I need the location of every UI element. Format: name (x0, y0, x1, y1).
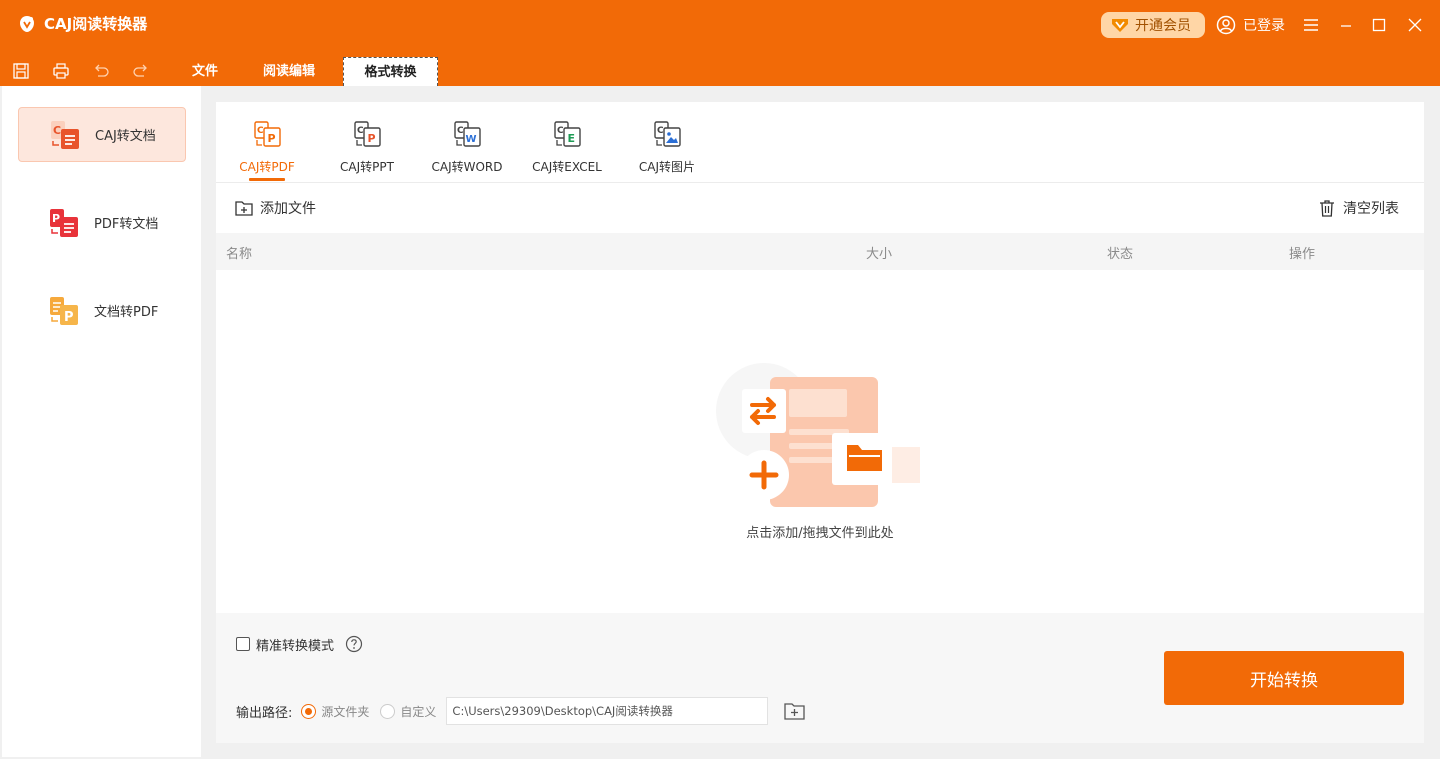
tab-label: CAJ转图片 (638, 160, 696, 174)
caj-pdf-icon: C P (254, 121, 281, 147)
print-button[interactable] (50, 60, 72, 82)
sidebar: C CAJ转文档 P PDF转文档 P 文档转PDF (2, 86, 201, 757)
tab-caj-to-image[interactable]: C CAJ转图片 (617, 118, 717, 182)
empty-state-illustration (716, 363, 920, 507)
svg-text:P: P (52, 212, 60, 225)
tab-caj-to-pdf[interactable]: C P CAJ转PDF (217, 118, 317, 182)
column-header-name: 名称 (226, 247, 253, 262)
browse-folder-icon[interactable] (783, 700, 807, 722)
output-path-label: 输出路径: (236, 705, 293, 721)
diamond-heart-icon (1112, 19, 1128, 32)
menu-tab-file[interactable]: 文件 (192, 57, 218, 86)
svg-text:P: P (268, 132, 276, 145)
pdf-doc-icon: P (50, 208, 78, 237)
close-icon (1408, 18, 1422, 32)
redo-button[interactable] (130, 60, 152, 82)
caj-ppt-icon: C P (354, 121, 381, 147)
tab-label: CAJ转PDF (239, 160, 295, 174)
sidebar-item-caj-to-doc[interactable]: C CAJ转文档 (18, 107, 186, 162)
precise-mode-label: 精准转换模式 (256, 638, 335, 654)
output-path-row: 输出路径: 源文件夹 自定义 C:\Users\29309\Desktop\CA… (236, 697, 807, 725)
empty-state-text: 点击添加/拖拽文件到此处 (746, 526, 894, 541)
save-button[interactable] (10, 60, 32, 82)
custom-path-radio[interactable] (380, 703, 396, 719)
redo-icon (133, 64, 147, 77)
tab-caj-to-excel[interactable]: C E CAJ转EXCEL (517, 118, 617, 182)
tab-caj-to-word[interactable]: C W CAJ转WORD (417, 118, 517, 182)
svg-text:C: C (53, 124, 61, 137)
tab-label: CAJ转WORD (431, 160, 503, 174)
trash-icon (1320, 200, 1334, 217)
undo-button[interactable] (90, 60, 112, 82)
custom-path-label: 自定义 (400, 704, 437, 719)
clear-list-button[interactable]: 清空列表 (1317, 196, 1399, 220)
print-icon (53, 63, 69, 79)
user-label: 已登录 (1243, 18, 1285, 34)
title-bar: CAJ阅读转换器 开通会员 已登录 文件 阅读编辑 格式转换 (0, 0, 1440, 86)
maximize-icon (1372, 18, 1386, 32)
undo-icon (95, 64, 109, 77)
sidebar-item-label: 文档转PDF (94, 305, 159, 320)
user-login-button[interactable]: 已登录 (1216, 12, 1285, 38)
caj-word-icon: C W (454, 121, 481, 147)
doc-pdf-icon: P (50, 296, 78, 325)
sidebar-item-label: PDF转文档 (94, 217, 159, 232)
sidebar-item-doc-to-pdf[interactable]: P 文档转PDF (18, 283, 186, 338)
svg-text:C: C (257, 126, 264, 136)
vip-button[interactable]: 开通会员 (1101, 12, 1205, 38)
app-title: CAJ阅读转换器 (44, 15, 148, 33)
caj-excel-icon: C E (554, 121, 581, 147)
active-tab-indicator (249, 178, 285, 181)
precise-mode-row: 精准转换模式 (236, 635, 363, 654)
caj-image-icon: C (654, 121, 681, 147)
svg-text:C: C (457, 126, 464, 136)
svg-text:C: C (657, 126, 664, 136)
svg-text:P: P (368, 132, 376, 145)
tab-label: CAJ转PPT (340, 160, 394, 174)
drop-zone[interactable] (216, 271, 1424, 613)
source-folder-label: 源文件夹 (321, 704, 370, 719)
add-file-label: 添加文件 (260, 201, 316, 217)
tab-caj-to-ppt[interactable]: C P CAJ转PPT (317, 118, 417, 182)
sidebar-item-label: CAJ转文档 (95, 129, 156, 144)
start-convert-button[interactable]: 开始转换 (1164, 651, 1404, 705)
column-header-actions: 操作 (1289, 247, 1316, 262)
tab-label: CAJ转EXCEL (532, 160, 602, 174)
menu-button[interactable] (1300, 14, 1322, 36)
maximize-button[interactable] (1368, 14, 1390, 36)
svg-text:E: E (568, 132, 576, 145)
divider (216, 182, 1424, 183)
svg-text:W: W (466, 134, 477, 145)
vip-label: 开通会员 (1135, 18, 1191, 34)
file-table-header: 名称 大小 状态 操作 (216, 233, 1424, 270)
precise-mode-checkbox[interactable] (236, 637, 250, 651)
minimize-button[interactable] (1335, 14, 1357, 36)
svg-text:C: C (557, 126, 564, 136)
source-folder-radio[interactable] (301, 703, 317, 719)
sidebar-item-pdf-to-doc[interactable]: P PDF转文档 (18, 195, 186, 250)
save-icon (13, 63, 29, 79)
minimize-icon (1341, 25, 1351, 27)
clear-list-label: 清空列表 (1343, 201, 1399, 217)
svg-text:C: C (357, 126, 364, 136)
close-button[interactable] (1404, 14, 1426, 36)
menu-tab-read-edit[interactable]: 阅读编辑 (263, 57, 315, 86)
hamburger-menu-icon (1304, 19, 1318, 31)
help-icon[interactable] (345, 635, 363, 653)
output-path-field[interactable]: C:\Users\29309\Desktop\CAJ阅读转换器 (446, 697, 769, 725)
caj-doc-icon: C (51, 120, 79, 149)
app-logo-icon (20, 16, 34, 32)
add-file-icon (235, 201, 253, 216)
menu-tab-format-convert[interactable]: 格式转换 (343, 57, 438, 86)
svg-text:P: P (64, 310, 74, 325)
user-icon (1216, 15, 1236, 35)
add-file-button[interactable]: 添加文件 (234, 196, 316, 220)
column-header-size: 大小 (866, 247, 893, 262)
column-header-status: 状态 (1107, 247, 1134, 262)
